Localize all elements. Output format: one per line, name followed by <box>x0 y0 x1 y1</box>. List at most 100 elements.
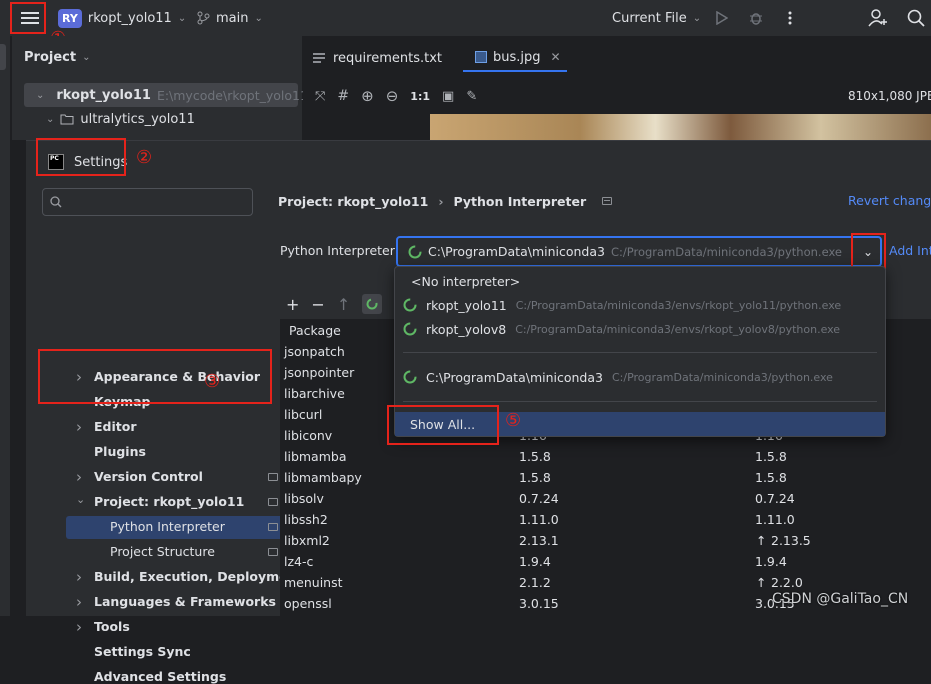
settings-breadcrumb: Project: rkopt_yolo11 › Python Interpret… <box>278 191 613 211</box>
package-name: libxml2 <box>284 533 330 548</box>
annotation-marker-2: ② <box>136 147 153 168</box>
dropdown-item-path: C:/ProgramData/miniconda3/python.exe <box>611 370 833 384</box>
run-button[interactable] <box>712 8 732 28</box>
table-row[interactable]: lz4-c 1.9.4 1.9.4 <box>284 552 924 573</box>
nav-project[interactable]: Project: rkopt_yolo11 <box>94 494 244 509</box>
table-row[interactable]: libssh2 1.11.0 1.11.0 <box>284 510 924 531</box>
chevron-right-icon[interactable]: › <box>76 568 82 586</box>
title-bar: ① RY rkopt_yolo11 ⌄ main ⌄ Current File … <box>0 0 931 49</box>
package-latest-version: 1.5.8 <box>755 470 787 485</box>
remove-package-icon[interactable]: − <box>311 295 324 314</box>
chevron-right-icon[interactable]: › <box>76 418 82 436</box>
run-config-selector[interactable]: Current File ⌄ <box>612 6 701 30</box>
project-level-icon <box>268 548 278 556</box>
package-version: 2.13.1 <box>519 533 559 548</box>
nav-advanced[interactable]: Advanced Settings <box>94 669 226 684</box>
nav-python-interpreter[interactable]: Python Interpreter <box>110 519 225 534</box>
tool-window-project-tab[interactable] <box>0 44 6 70</box>
background-icon[interactable]: ▣ <box>442 89 454 104</box>
package-name: menuinst <box>284 575 343 590</box>
conda-toggle-icon[interactable] <box>362 294 383 314</box>
add-interpreter-link[interactable]: Add Interpreter <box>889 243 931 258</box>
table-row[interactable]: libxml2 2.13.1 ↑ 2.13.5 <box>284 531 924 552</box>
actual-size-button[interactable]: 1:1 <box>410 90 430 103</box>
color-picker-icon[interactable]: ✎ <box>466 89 477 104</box>
package-version: 3.0.15 <box>519 596 559 611</box>
child-folder-name: ultralytics_yolo11 <box>80 111 195 127</box>
nav-tools[interactable]: Tools <box>94 619 130 634</box>
nav-version-control[interactable]: Version Control <box>94 469 203 484</box>
table-row[interactable]: libmamba 1.5.8 1.5.8 <box>284 447 924 468</box>
search-icon <box>907 9 925 27</box>
package-latest-version: 0.7.24 <box>755 491 795 506</box>
search-everywhere-button[interactable] <box>904 6 928 30</box>
annotation-marker-5: ⑤ <box>505 410 522 431</box>
branch-selector[interactable]: main ⌄ <box>196 6 263 30</box>
package-name: jsonpointer <box>284 365 355 380</box>
editor-tab-bus[interactable]: bus.jpg ✕ <box>463 44 567 72</box>
debug-button[interactable] <box>746 8 766 28</box>
image-file-icon <box>475 51 487 63</box>
fit-icon[interactable]: ⤧ <box>315 89 325 104</box>
package-version: 1.5.8 <box>519 449 551 464</box>
root-folder-name: rkopt_yolo11 <box>56 87 151 103</box>
dropdown-item-rkopt-yolov8[interactable]: rkopt_yolov8 C:/ProgramData/miniconda3/e… <box>403 318 840 340</box>
package-version: 1.11.0 <box>519 512 559 527</box>
python-env-icon <box>403 370 417 384</box>
zoom-out-icon[interactable]: ⊖ <box>386 87 399 105</box>
chevron-right-icon[interactable]: › <box>76 618 82 636</box>
interpreter-combobox[interactable]: C:\ProgramData\miniconda3 C:/ProgramData… <box>396 236 882 267</box>
package-latest-version: 2.2.0 <box>771 575 803 590</box>
grid-icon[interactable]: # <box>337 88 349 104</box>
nav-editor[interactable]: Editor <box>94 419 137 434</box>
column-header-package[interactable]: Package <box>289 323 341 338</box>
table-row[interactable]: libmambapy 1.5.8 1.5.8 <box>284 468 924 489</box>
package-version: 1.9.4 <box>519 554 551 569</box>
nav-settings-sync[interactable]: Settings Sync <box>94 644 191 659</box>
dropdown-item-name: rkopt_yolo11 <box>426 297 507 313</box>
zoom-in-icon[interactable]: ⊕ <box>361 87 374 105</box>
chevron-down-icon: ⌄ <box>46 113 55 125</box>
package-name: libmamba <box>284 449 347 464</box>
python-env-icon <box>408 245 422 258</box>
tree-row-root[interactable]: ⌄ rkopt_yolo11 E:\mycode\rkopt_yolo11 <box>24 83 308 107</box>
project-name: rkopt_yolo11 <box>87 10 172 26</box>
settings-search-input[interactable] <box>42 188 253 216</box>
dropdown-item-path: C:/ProgramData/miniconda3/envs/rkopt_yol… <box>515 322 841 336</box>
dropdown-no-interpreter[interactable]: <No interpreter> <box>411 274 520 289</box>
watermark: CSDN @GaliTao_CN <box>772 591 909 607</box>
revert-changes-link[interactable]: Revert changes <box>848 193 931 208</box>
add-package-icon[interactable]: + <box>286 295 299 314</box>
project-panel-header[interactable]: Project ⌄ <box>24 50 90 65</box>
chevron-right-icon[interactable]: › <box>76 468 82 486</box>
dropdown-separator <box>403 401 877 402</box>
nav-build[interactable]: Build, Execution, Deployment <box>94 569 302 584</box>
package-name: libiconv <box>284 428 333 443</box>
nav-plugins[interactable]: Plugins <box>94 444 146 459</box>
close-icon[interactable]: ✕ <box>551 50 561 64</box>
project-level-icon <box>268 473 278 481</box>
image-toolbar: ⤧ # ⊕ ⊖ 1:1 ▣ ✎ <box>315 86 477 106</box>
dropdown-item-rkopt-yolo11[interactable]: rkopt_yolo11 C:/ProgramData/miniconda3/e… <box>403 294 841 316</box>
more-actions-button[interactable] <box>780 8 800 28</box>
package-name: openssl <box>284 596 332 611</box>
upgrade-package-icon[interactable]: ↑ <box>337 295 350 314</box>
chevron-right-icon[interactable]: › <box>76 593 82 611</box>
tool-window-strip <box>0 36 10 616</box>
add-user-icon <box>868 9 887 27</box>
project-selector[interactable]: RY rkopt_yolo11 ⌄ <box>58 6 186 30</box>
nav-languages[interactable]: Languages & Frameworks <box>94 594 276 609</box>
breadcrumb-project[interactable]: Project: rkopt_yolo11 <box>278 194 428 209</box>
tree-row-child[interactable]: ⌄ ultralytics_yolo11 <box>46 108 195 130</box>
play-icon <box>716 11 728 25</box>
upgrade-arrow-icon: ↑ <box>756 575 767 590</box>
project-level-icon <box>268 523 278 531</box>
add-user-button[interactable] <box>866 6 890 30</box>
editor-tab-requirements[interactable]: requirements.txt <box>313 44 442 72</box>
dropdown-item-base[interactable]: C:\ProgramData\miniconda3 C:/ProgramData… <box>403 366 833 388</box>
nav-project-structure[interactable]: Project Structure <box>110 544 215 559</box>
chevron-down-icon[interactable]: ⌄ <box>76 493 85 506</box>
project-level-icon <box>268 498 278 506</box>
table-row[interactable]: libsolv 0.7.24 0.7.24 <box>284 489 924 510</box>
breadcrumb-separator: › <box>438 193 444 209</box>
